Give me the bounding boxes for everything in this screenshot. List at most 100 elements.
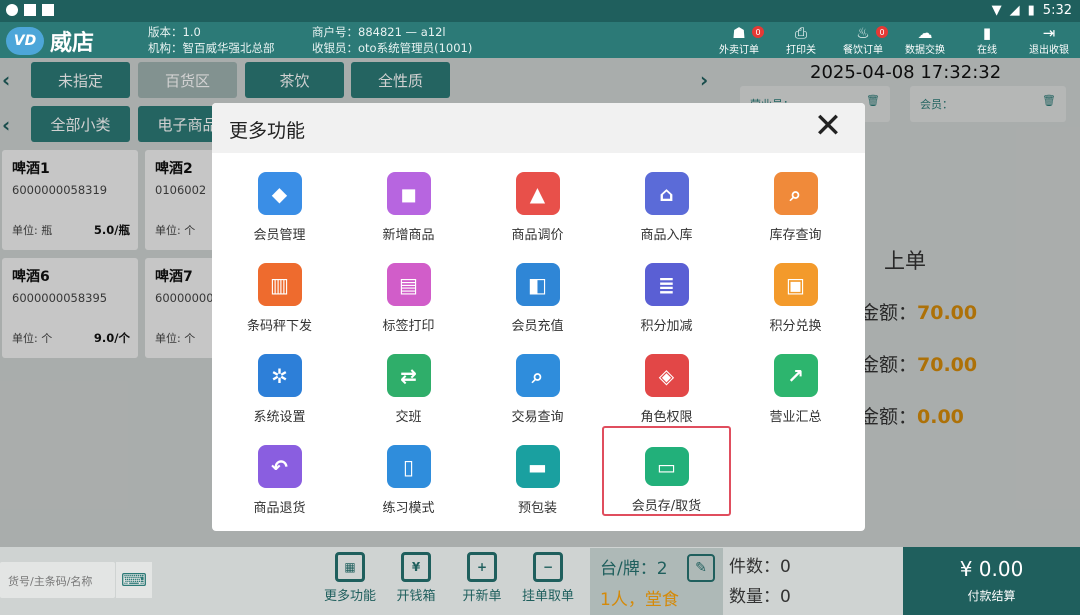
printer-toggle-button[interactable]: ⎙ 打印关 xyxy=(770,22,832,58)
cash-drawer-icon: ¥ xyxy=(401,552,431,582)
dining-badge: 0 xyxy=(876,26,888,38)
function-grid: ◆ 会员管理 ◼ 新增商品 ▲ 商品调价 ⌂ 商品入库 ⌕ 库存查询 ▥ 条码秤下发 ▤ 标签打印 ◧ 会员充… xyxy=(215,153,862,531)
transaction-search-icon: ⌕ xyxy=(515,354,560,397)
signal-icon: ▮ xyxy=(982,24,992,42)
price-chart-icon: ▲ xyxy=(515,172,560,215)
function-coin-stack-button[interactable]: ≣ 积分加减 xyxy=(602,244,731,334)
status-square-icon xyxy=(24,4,36,16)
takeout-orders-button[interactable]: ☗ 0 外卖订单 xyxy=(708,22,770,58)
function-label: 商品调价 xyxy=(511,228,564,243)
function-label: 标签打印 xyxy=(382,319,435,334)
app-logo: VD 威店 xyxy=(6,25,94,57)
function-label: 会员管理 xyxy=(253,228,306,243)
status-square-icon xyxy=(42,4,54,16)
function-user-lock-button[interactable]: ◈ 角色权限 xyxy=(602,335,731,425)
status-bar: ▼ ◢ ▮ 5:32 xyxy=(0,0,1080,22)
order-counts: 件数：0 数量：0 xyxy=(729,557,791,607)
function-shopping-bag-button[interactable]: ◼ 新增商品 xyxy=(344,153,473,243)
function-shift-change-button[interactable]: ⇄ 交班 xyxy=(344,335,473,425)
function-return-button[interactable]: ↶ 商品退货 xyxy=(215,426,344,516)
open-cash-drawer-button[interactable]: ¥ 开钱箱 xyxy=(384,552,448,608)
status-dot-icon xyxy=(6,4,18,16)
shopping-bag-icon: ◼ xyxy=(386,172,431,215)
more-functions-button[interactable]: ▦ 更多功能 xyxy=(318,552,382,608)
function-label: 积分兑换 xyxy=(769,319,822,334)
function-wallet-button[interactable]: ◧ 会员充值 xyxy=(473,244,602,334)
inventory-search-icon: ⌕ xyxy=(773,172,818,215)
function-label: 系统设置 xyxy=(253,410,306,425)
gift-icon: ▣ xyxy=(773,263,818,306)
function-label: 商品入库 xyxy=(640,228,693,243)
logout-icon: ⇥ xyxy=(1042,24,1056,42)
takeout-badge: 0 xyxy=(752,26,764,38)
function-label: 预包装 xyxy=(517,501,557,516)
shift-change-icon: ⇄ xyxy=(386,354,431,397)
battery-icon: ▮ xyxy=(1027,3,1035,18)
user-lock-icon: ◈ xyxy=(644,354,689,397)
trend-chart-icon: ↗ xyxy=(773,354,818,397)
function-label: 练习模式 xyxy=(382,501,435,516)
function-gear-button[interactable]: ✲ 系统设置 xyxy=(215,335,344,425)
product-search-input[interactable]: 货号/主条码/名称 xyxy=(0,562,115,598)
new-order-icon: + xyxy=(467,552,497,582)
function-label: 库存查询 xyxy=(769,228,822,243)
return-icon: ↶ xyxy=(257,445,302,488)
dialog-title: 更多功能 xyxy=(229,120,306,142)
online-status-button[interactable]: ▮ 在线 xyxy=(956,22,1018,58)
wallet-icon: ◧ xyxy=(515,263,560,306)
function-barcode-button[interactable]: ▥ 条码秤下发 xyxy=(215,244,344,334)
function-transaction-search-button[interactable]: ⌕ 交易查询 xyxy=(473,335,602,425)
takeout-icon: ☗ xyxy=(732,24,746,42)
keyboard-icon[interactable]: ⌨ xyxy=(116,562,152,598)
printer-off-icon: ⎙ xyxy=(794,24,807,42)
gear-icon: ✲ xyxy=(257,354,302,397)
dining-orders-button[interactable]: ♨ 0 餐饮订单 xyxy=(832,22,894,58)
prepack-icon: ▬ xyxy=(515,445,560,488)
function-member-storage-button[interactable]: ▭ 会员存/取货 xyxy=(602,426,731,516)
book-icon: ▯ xyxy=(386,445,431,488)
logout-button[interactable]: ⇥ 退出收银 xyxy=(1018,22,1080,58)
function-prepack-button[interactable]: ▬ 预包装 xyxy=(473,426,602,516)
status-time: 5:32 xyxy=(1042,3,1072,18)
function-diamond-button[interactable]: ◆ 会员管理 xyxy=(215,153,344,243)
dining-icon: ♨ xyxy=(856,24,870,42)
grid-icon: ▦ xyxy=(335,552,365,582)
function-book-button[interactable]: ▯ 练习模式 xyxy=(344,426,473,516)
function-price-chart-button[interactable]: ▲ 商品调价 xyxy=(473,153,602,243)
function-label: 会员充值 xyxy=(511,319,564,334)
function-label-print-button[interactable]: ▤ 标签打印 xyxy=(344,244,473,334)
function-warehouse-in-button[interactable]: ⌂ 商品入库 xyxy=(602,153,731,243)
brand-name: 威店 xyxy=(50,31,95,56)
member-storage-icon: ▭ xyxy=(644,447,689,486)
wifi-icon: ▼ xyxy=(991,3,1002,18)
function-label: 积分加减 xyxy=(640,319,693,334)
hold-retrieve-order-button[interactable]: − 挂单取单 xyxy=(516,552,580,608)
diamond-icon: ◆ xyxy=(257,172,302,215)
app-header: VD 威店 版本：1.0 机构：智百威华强北总部 商户号：884821 — a1… xyxy=(0,22,1080,58)
label-print-icon: ▤ xyxy=(386,263,431,306)
function-inventory-search-button[interactable]: ⌕ 库存查询 xyxy=(731,153,860,243)
checkout-button[interactable]: ¥ 0.00 付款结算 xyxy=(903,547,1080,615)
table-info[interactable]: 台/牌：2 1人，堂食 ✎ xyxy=(590,548,723,615)
function-label: 商品退货 xyxy=(253,501,306,516)
more-functions-dialog: 更多功能 ✕ ◆ 会员管理 ◼ 新增商品 ▲ 商品调价 ⌂ 商品入库 ⌕ 库存查询 ▥ 条码秤下发 ▤ 标… xyxy=(212,103,865,531)
cloud-sync-icon: ☁ xyxy=(917,24,933,42)
function-gift-button[interactable]: ▣ 积分兑换 xyxy=(731,244,860,334)
warehouse-in-icon: ⌂ xyxy=(644,172,689,215)
data-exchange-button[interactable]: ☁ 数据交换 xyxy=(894,22,956,58)
function-label: 新增商品 xyxy=(382,228,435,243)
coin-stack-icon: ≣ xyxy=(644,263,689,306)
function-label: 条码秤下发 xyxy=(246,319,312,334)
version-info: 版本：1.0 机构：智百威华强北总部 xyxy=(148,25,275,55)
dialog-header: 更多功能 ✕ xyxy=(212,103,865,153)
hold-order-icon: − xyxy=(533,552,563,582)
function-label: 角色权限 xyxy=(640,410,693,425)
logo-badge: VD xyxy=(6,27,44,55)
edit-table-icon[interactable]: ✎ xyxy=(687,554,715,582)
function-label: 交班 xyxy=(395,410,422,425)
function-label: 交易查询 xyxy=(511,410,564,425)
function-trend-chart-button[interactable]: ↗ 营业汇总 xyxy=(731,335,860,425)
close-icon[interactable]: ✕ xyxy=(813,109,843,143)
new-order-button[interactable]: + 开新单 xyxy=(450,552,514,608)
merchant-info: 商户号：884821 — a12l 收银员：oto系统管理员(1001) xyxy=(312,25,473,55)
